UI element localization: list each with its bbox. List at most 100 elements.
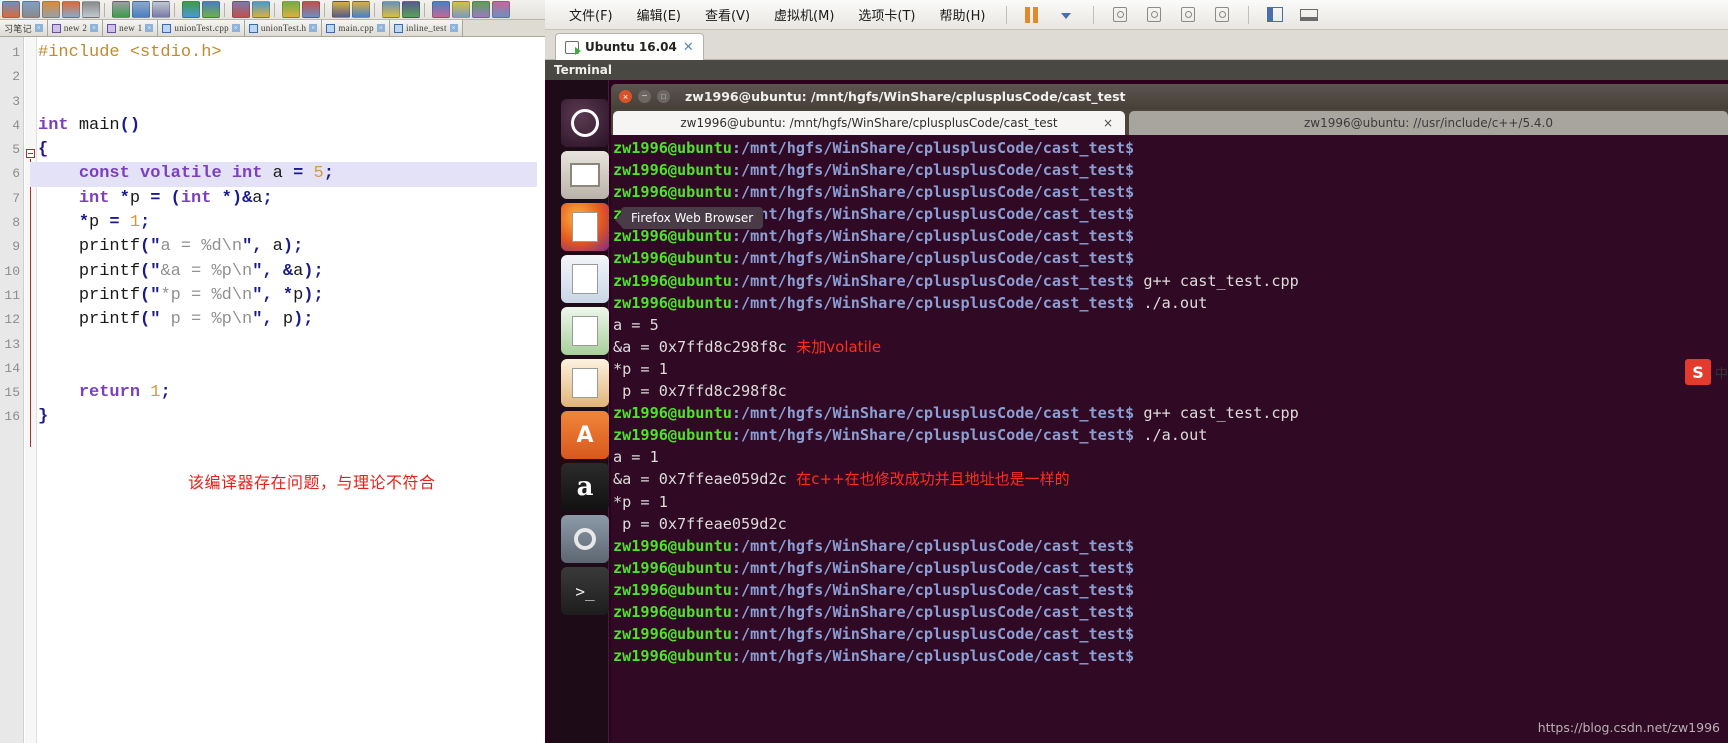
chart-icon[interactable]	[472, 1, 490, 18]
libreoffice-calc-icon[interactable]	[561, 307, 609, 355]
code-line[interactable]: int *p = (int *)&a;	[38, 187, 545, 211]
code-line[interactable]: printf("&a = %p\n", &a);	[38, 260, 545, 284]
snapshot-revert-icon[interactable]	[1177, 5, 1199, 25]
highlight-icon[interactable]	[452, 1, 470, 18]
paste-icon[interactable]	[152, 1, 170, 18]
vm-menu-item[interactable]: 编辑(E)	[625, 2, 693, 27]
window-minimize-icon[interactable]: −	[638, 90, 651, 103]
refresh-icon[interactable]	[252, 1, 270, 18]
close-icon[interactable]: ×	[449, 24, 458, 32]
fullscreen-icon[interactable]	[1298, 5, 1320, 25]
pause-icon[interactable]	[1022, 5, 1044, 25]
libreoffice-writer-icon[interactable]	[561, 255, 609, 303]
save-icon[interactable]	[2, 1, 20, 18]
terminal-prompt-line: zw1996@ubuntu:/mnt/hgfs/WinShare/cpluspl…	[613, 203, 1728, 225]
close-icon[interactable]: ×	[309, 24, 318, 32]
editor-tab[interactable]: unionTest.h ×	[244, 20, 323, 36]
close-icon[interactable]: ×	[1103, 116, 1113, 130]
vmware-menu-bar[interactable]: 文件(F) 编辑(E) 查看(V) 虚拟机(M) 选项卡(T) 帮助(H)	[545, 0, 1728, 30]
output-text: p = 0x7ffeae059d2c	[613, 514, 787, 533]
system-settings-icon[interactable]	[561, 515, 609, 563]
code-line[interactable]: printf("a = %d\n", a);	[38, 235, 545, 259]
ubuntu-dash-icon[interactable]	[561, 99, 609, 147]
ime-indicator[interactable]: S 中	[1684, 358, 1728, 386]
editor-tab[interactable]: unionTest.cpp ×	[158, 20, 245, 36]
code-line[interactable]: printf(" p = %p\n", p);	[38, 308, 545, 332]
editor-tab[interactable]: inline_test ×	[389, 20, 463, 36]
close-icon[interactable]: ×	[90, 24, 99, 32]
pilcrow-icon[interactable]	[402, 1, 420, 18]
copy-icon[interactable]	[132, 1, 150, 18]
vm-menu-item[interactable]: 选项卡(T)	[846, 2, 927, 27]
close-icon[interactable]: ×	[145, 24, 154, 32]
code-line[interactable]	[38, 90, 545, 114]
code-line[interactable]: {	[38, 138, 545, 162]
editor-toolbar[interactable]	[0, 0, 545, 20]
terminal-output[interactable]: zw1996@ubuntu:/mnt/hgfs/WinShare/cpluspl…	[611, 135, 1728, 743]
code-line[interactable]: #include <stdio.h>	[38, 41, 545, 65]
close-icon[interactable]: ×	[231, 24, 240, 32]
redo-icon[interactable]	[202, 1, 220, 18]
window-maximize-icon[interactable]: □	[657, 90, 670, 103]
code-line[interactable]: printf("*p = %d\n", *p);	[38, 284, 545, 308]
sidebar-toggle-icon[interactable]	[1264, 5, 1286, 25]
close-icon[interactable]: ✕	[683, 40, 694, 55]
editor-fold-margin[interactable]	[25, 37, 37, 743]
dropdown-caret-icon[interactable]	[1056, 5, 1078, 25]
cut-icon[interactable]	[112, 1, 130, 18]
files-manager-icon[interactable]	[561, 151, 609, 199]
vm-menu-item[interactable]: 虚拟机(M)	[762, 2, 846, 27]
unlock-icon[interactable]	[352, 1, 370, 18]
vm-menu-item[interactable]: 查看(V)	[693, 2, 762, 27]
close-icon[interactable]: ×	[34, 24, 43, 32]
terminal-icon[interactable]: >_	[561, 567, 609, 615]
editor-code-area[interactable]: #include <stdio.h> int main(){ const vol…	[30, 37, 545, 743]
lock-icon[interactable]	[332, 1, 350, 18]
snapshot-take-icon[interactable]	[1143, 5, 1165, 25]
terminal-tab-bar[interactable]: zw1996@ubuntu: /mnt/hgfs/WinShare/cplusp…	[611, 109, 1728, 135]
undo-icon[interactable]	[182, 1, 200, 18]
vm-tab-ubuntu[interactable]: Ubuntu 16.04 ✕	[555, 33, 704, 60]
editor-tab-bar[interactable]: 习笔记 × new 2 × new 1 × unionTest.cpp × unionTest.…	[0, 20, 545, 37]
bookmark-add-icon[interactable]	[42, 1, 60, 18]
vm-menu-item[interactable]: 帮助(H)	[928, 2, 998, 27]
indent-icon[interactable]	[382, 1, 400, 18]
code-line[interactable]	[38, 333, 545, 357]
editor-tab[interactable]: main.cpp ×	[322, 20, 390, 36]
print-icon[interactable]	[82, 1, 100, 18]
editor-tab[interactable]: new 1 ×	[103, 20, 159, 36]
editor-tab[interactable]: 习笔记 ×	[0, 20, 48, 36]
snapshot-manager-icon[interactable]	[1211, 5, 1233, 25]
align-icon[interactable]	[432, 1, 450, 18]
bookmark-remove-icon[interactable]	[62, 1, 80, 18]
code-line[interactable]: *p = 1;	[38, 211, 545, 235]
firefox-icon[interactable]	[561, 203, 609, 251]
code-line[interactable]	[38, 65, 545, 89]
browse-icon[interactable]	[492, 1, 510, 18]
snapshot-icon[interactable]	[1109, 5, 1131, 25]
terminal-tab-inactive[interactable]: zw1996@ubuntu: //usr/include/c++/5.4.0	[1129, 111, 1728, 135]
code-line[interactable]	[38, 357, 545, 381]
vm-menu-item[interactable]: 文件(F)	[557, 2, 625, 27]
output-text: a = 5	[613, 315, 659, 334]
spell-icon[interactable]	[282, 1, 300, 18]
libreoffice-impress-icon[interactable]	[561, 359, 609, 407]
save-all-icon[interactable]	[22, 1, 40, 18]
fold-collapse-icon[interactable]	[26, 149, 35, 158]
code-line[interactable]: const volatile int a = 5;	[30, 162, 537, 187]
grid-icon[interactable]	[232, 1, 250, 18]
code-line[interactable]: int main()	[38, 114, 545, 138]
vmware-tab-strip[interactable]: Ubuntu 16.04 ✕	[545, 30, 1728, 60]
ubuntu-software-icon[interactable]: A	[561, 411, 609, 459]
code-line[interactable]: return 1;	[38, 381, 545, 405]
spell-clear-icon[interactable]	[302, 1, 320, 18]
terminal-title-bar[interactable]: × − □ zw1996@ubuntu: /mnt/hgfs/WinShare/…	[611, 84, 1728, 109]
unity-launcher[interactable]: Aa >_	[549, 80, 609, 743]
close-icon[interactable]: ×	[376, 24, 385, 32]
editor-tab[interactable]: new 2 ×	[47, 20, 104, 36]
code-line[interactable]: }	[38, 405, 545, 429]
terminal-tab-active[interactable]: zw1996@ubuntu: /mnt/hgfs/WinShare/cplusp…	[613, 111, 1125, 135]
file-icon	[107, 23, 117, 33]
amazon-icon[interactable]: a	[561, 463, 609, 511]
window-close-icon[interactable]: ×	[619, 90, 632, 103]
